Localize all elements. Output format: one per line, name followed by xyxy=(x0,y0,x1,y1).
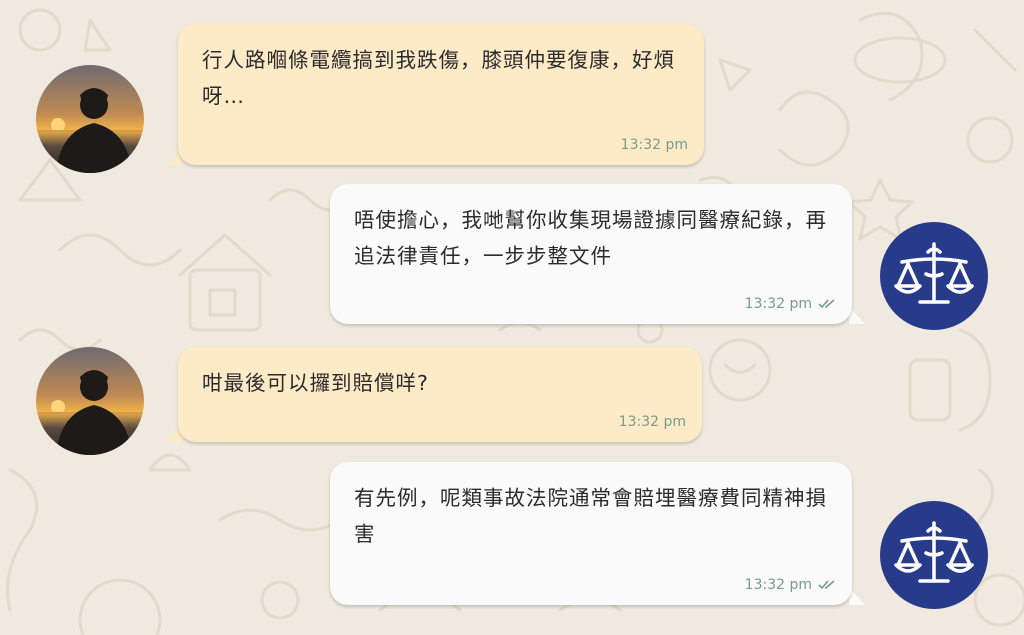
message-bubble-incoming[interactable]: 行人路嗰條電纜搞到我跌傷，膝頭仲要復康，好煩呀… 13:32 pm xyxy=(178,24,704,165)
message-bubble-outgoing[interactable]: 唔使擔心，我哋幫你收集現場證據同醫療紀錄，再追法律責任，一步步整文件 13:32… xyxy=(330,184,852,324)
message-timestamp: 13:32 pm xyxy=(621,137,688,153)
client-avatar[interactable] xyxy=(36,65,144,173)
double-check-icon xyxy=(818,299,835,309)
scales-of-justice-icon xyxy=(894,521,974,583)
message-bubble-outgoing[interactable]: 有先例，呢類事故法院通常會賠埋醫療費同精神損害 13:32 pm xyxy=(330,462,852,605)
sunset-silhouette-photo xyxy=(36,65,144,173)
double-check-icon xyxy=(818,580,835,590)
lawyer-avatar[interactable] xyxy=(880,501,988,609)
timestamp-label: 13:32 pm xyxy=(744,577,812,593)
timestamp-label: 13:32 pm xyxy=(620,137,688,153)
timestamp-label: 13:32 pm xyxy=(744,296,812,312)
message-timestamp: 13:32 pm xyxy=(745,577,836,593)
timestamp-label: 13:32 pm xyxy=(618,414,686,430)
message-text: 咁最後可以攞到賠償咩? xyxy=(202,371,429,395)
message-timestamp: 13:32 pm xyxy=(619,414,686,430)
message-text: 唔使擔心，我哋幫你收集現場證據同醫療紀錄，再追法律責任，一步步整文件 xyxy=(354,208,827,268)
sunset-silhouette-photo xyxy=(36,347,144,455)
lawyer-avatar[interactable] xyxy=(880,222,988,330)
message-text: 行人路嗰條電纜搞到我跌傷，膝頭仲要復康，好煩呀… xyxy=(202,48,675,108)
message-timestamp: 13:32 pm xyxy=(745,296,836,312)
message-bubble-incoming[interactable]: 咁最後可以攞到賠償咩? 13:32 pm xyxy=(178,347,702,442)
scales-of-justice-icon xyxy=(894,242,974,304)
message-text: 有先例，呢類事故法院通常會賠埋醫療費同精神損害 xyxy=(354,486,827,546)
client-avatar[interactable] xyxy=(36,347,144,455)
